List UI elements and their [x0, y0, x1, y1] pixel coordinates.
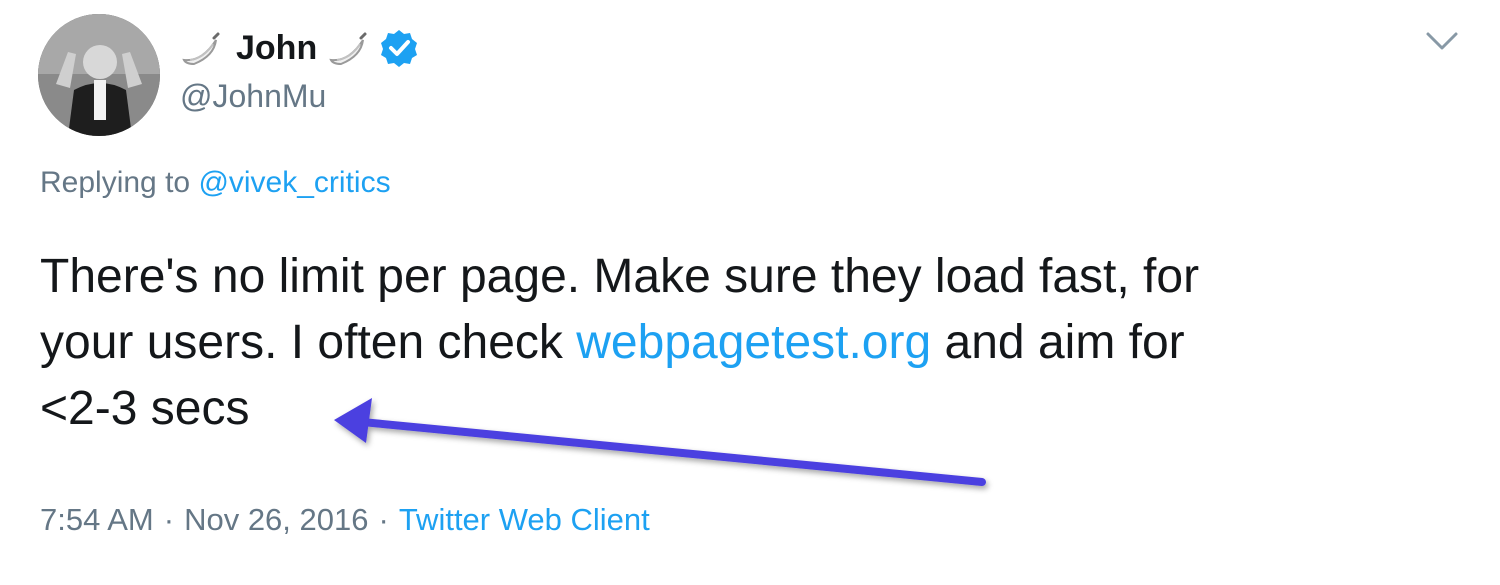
tweet-header: John @JohnMu [180, 26, 419, 115]
replying-to-label: Replying to [40, 166, 191, 199]
user-handle[interactable]: @JohnMu [180, 78, 419, 115]
reply-mention-link[interactable]: @vivek_critics [198, 166, 390, 199]
webpagetest-link[interactable]: webpagetest.org [576, 316, 931, 369]
tweet-client-link[interactable]: Twitter Web Client [399, 502, 650, 537]
tweet-text-segment: your users. I often check [40, 316, 563, 369]
tweet-card: John @JohnMu Replying to @vivek_critics … [0, 0, 1500, 585]
tweet-text-segment: and aim for [944, 316, 1185, 369]
banana-icon [327, 30, 369, 66]
display-name[interactable]: John [236, 29, 317, 68]
avatar-photo [38, 14, 160, 136]
chevron-down-icon[interactable] [1425, 30, 1459, 52]
replying-to: Replying to @vivek_critics [40, 166, 391, 200]
tweet-text-line: There's no limit per page. Make sure the… [40, 250, 1200, 303]
tweet-text: There's no limit per page. Make sure the… [40, 244, 1460, 442]
meta-separator: · [163, 502, 175, 537]
tweet-text-line: <2-3 secs [40, 382, 250, 435]
name-row: John [180, 26, 419, 70]
tweet-meta: 7:54 AM · Nov 26, 2016 · Twitter Web Client [40, 502, 650, 538]
banana-icon [180, 30, 222, 66]
tweet-date[interactable]: Nov 26, 2016 [184, 502, 368, 537]
avatar[interactable] [38, 14, 160, 136]
meta-separator: · [378, 502, 389, 537]
verified-badge-icon [379, 28, 419, 68]
tweet-text-line: your users. I often check webpagetest.or… [40, 310, 1460, 376]
tweet-time[interactable]: 7:54 AM [40, 502, 154, 537]
